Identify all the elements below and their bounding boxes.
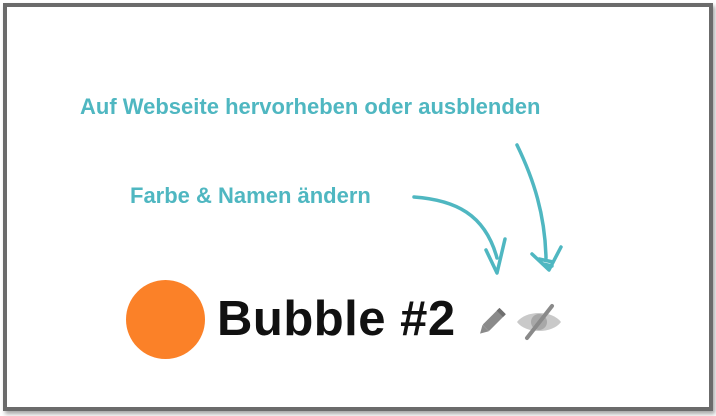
- pencil-icon[interactable]: [472, 303, 510, 341]
- annotation-highlight-hide: Auf Webseite hervorheben oder ausblenden: [80, 94, 541, 119]
- eye-slash-icon[interactable]: [514, 303, 564, 341]
- annotation-color-name: Farbe & Namen ändern: [130, 183, 371, 208]
- screenshot-frame: Auf Webseite hervorheben oder ausblenden…: [0, 0, 716, 416]
- bubble-color-dot[interactable]: [126, 279, 205, 359]
- bubble-row: Bubble #2: [126, 279, 564, 359]
- bubble-name: Bubble #2: [217, 291, 456, 346]
